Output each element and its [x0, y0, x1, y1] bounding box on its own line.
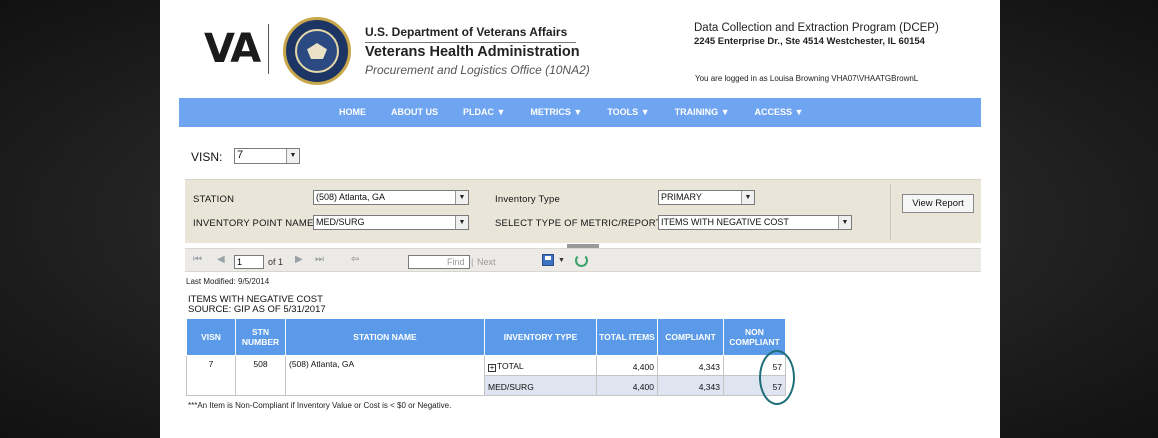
nav-home[interactable]: HOME — [339, 98, 366, 127]
cell-inventory-type: + TOTAL — [484, 355, 597, 376]
cell-station-name: (508) Atlanta, GA — [285, 355, 485, 396]
visn-label: VISN: — [191, 150, 223, 164]
col-inventory-type: INVENTORY TYPE — [484, 318, 597, 356]
view-report-button[interactable]: View Report — [902, 194, 974, 213]
login-status: You are logged in as Louisa Browning VHA… — [695, 74, 919, 83]
col-compliant: COMPLIANT — [657, 318, 724, 356]
next-page-icon[interactable]: ▶ — [295, 254, 303, 265]
previous-page-icon[interactable]: ◀ — [217, 254, 225, 265]
org-office: Procurement and Logistics Office (10NA2) — [365, 63, 590, 77]
inventory-point-select-value: MED/SURG — [316, 217, 365, 227]
report-source: SOURCE: GIP AS OF 5/31/2017 — [188, 304, 326, 315]
cell-compliant: 4,343 — [657, 355, 724, 376]
logo-divider — [268, 24, 269, 74]
nav-training[interactable]: TRAINING ▼ — [675, 98, 730, 127]
highlight-circle — [759, 350, 795, 405]
inventory-type-label: Inventory Type — [495, 194, 560, 205]
nav-about-us[interactable]: ABOUT US — [391, 98, 438, 127]
report-parameters: STATION (508) Atlanta, GA ▼ Inventory Ty… — [185, 179, 981, 243]
page-count: of 1 — [268, 257, 284, 267]
expand-icon[interactable]: + — [488, 364, 496, 372]
main-nav: HOME ABOUT US PLDAC ▼ METRICS ▼ TOOLS ▼ … — [179, 98, 981, 127]
report-page: VA U.S. Department of Veterans Affairs V… — [160, 0, 1000, 438]
program-title: Data Collection and Extraction Program (… — [694, 22, 939, 34]
first-page-icon[interactable]: ⏮ — [193, 254, 202, 265]
inventory-type-select-value: PRIMARY — [661, 192, 702, 202]
report-table: VISN STN NUMBER STATION NAME INVENTORY T… — [186, 318, 786, 396]
inventory-point-label: INVENTORY POINT NAME — [193, 218, 314, 229]
chevron-down-icon: ▼ — [838, 216, 851, 229]
cell-visn: 7 — [186, 355, 236, 396]
export-save-icon[interactable] — [542, 254, 554, 266]
col-stn-number: STN NUMBER — [235, 318, 286, 356]
refresh-icon[interactable] — [575, 254, 588, 267]
chevron-down-icon: ▼ — [741, 191, 754, 204]
nav-tools[interactable]: TOOLS ▼ — [607, 98, 649, 127]
station-select-value: (508) Atlanta, GA — [316, 192, 386, 202]
org-rule — [365, 42, 576, 43]
program-block: Data Collection and Extraction Program (… — [694, 22, 939, 48]
page-number-input[interactable]: 1 — [234, 255, 264, 269]
inventory-type-select[interactable]: PRIMARY ▼ — [658, 190, 755, 205]
cell-compliant: 4,343 — [657, 375, 724, 396]
col-visn: VISN — [186, 318, 236, 356]
cell-inventory-type: MED/SURG — [484, 375, 597, 396]
col-total-items: TOTAL ITEMS — [596, 318, 658, 356]
cell-inventory-type-text: TOTAL — [497, 361, 524, 371]
org-administration: Veterans Health Administration — [365, 44, 580, 60]
program-address: 2245 Enterprise Dr., Ste 4514 Westcheste… — [694, 36, 925, 47]
report-toolbar: ⏮ ◀ 1 of 1 ▶ ⏭ ⇦ Find | Next ▼ — [185, 248, 981, 272]
chevron-down-icon: ▼ — [455, 216, 468, 229]
visn-select-value: 7 — [237, 149, 244, 161]
metric-type-select-value: ITEMS WITH NEGATIVE COST — [661, 217, 789, 227]
inventory-point-select[interactable]: MED/SURG ▼ — [313, 215, 469, 230]
find-next-link[interactable]: Next — [477, 257, 496, 267]
cell-total-items: 4,400 — [596, 375, 658, 396]
col-station-name: STATION NAME — [285, 318, 485, 356]
export-dropdown-icon[interactable]: ▼ — [558, 257, 565, 264]
last-modified: Last Modified: 9/5/2014 — [186, 277, 270, 286]
table-header-row: VISN STN NUMBER STATION NAME INVENTORY T… — [186, 318, 786, 356]
find-link[interactable]: Find — [447, 257, 465, 267]
va-logo: VA — [204, 26, 261, 72]
panel-divider — [890, 184, 891, 240]
chevron-down-icon: ▼ — [455, 191, 468, 204]
station-label: STATION — [193, 194, 235, 205]
metric-type-select[interactable]: ITEMS WITH NEGATIVE COST ▼ — [658, 215, 852, 230]
last-page-icon[interactable]: ⏭ — [315, 254, 324, 265]
va-seal-icon — [283, 17, 351, 85]
nav-metrics[interactable]: METRICS ▼ — [530, 98, 582, 127]
nav-access[interactable]: ACCESS ▼ — [755, 98, 804, 127]
back-icon[interactable]: ⇦ — [351, 254, 359, 265]
visn-select[interactable]: 7 ▼ — [234, 148, 300, 164]
cell-total-items: 4,400 — [596, 355, 658, 376]
table-row: 7 508 (508) Atlanta, GA + TOTAL 4,400 4,3… — [186, 355, 786, 396]
cell-stn: 508 — [235, 355, 286, 396]
metric-type-label: SELECT TYPE OF METRIC/REPORT: — [495, 218, 664, 229]
find-separator: | — [471, 257, 474, 267]
eagle-icon — [307, 43, 327, 59]
nav-pldac[interactable]: PLDAC ▼ — [463, 98, 505, 127]
chevron-down-icon: ▼ — [286, 149, 299, 163]
station-select[interactable]: (508) Atlanta, GA ▼ — [313, 190, 469, 205]
org-department: U.S. Department of Veterans Affairs — [365, 25, 568, 39]
seal-center — [295, 29, 339, 73]
report-title-block: ITEMS WITH NEGATIVE COST SOURCE: GIP AS … — [188, 295, 326, 315]
report-footnote: ***An Item is Non-Compliant if Inventory… — [188, 401, 452, 410]
